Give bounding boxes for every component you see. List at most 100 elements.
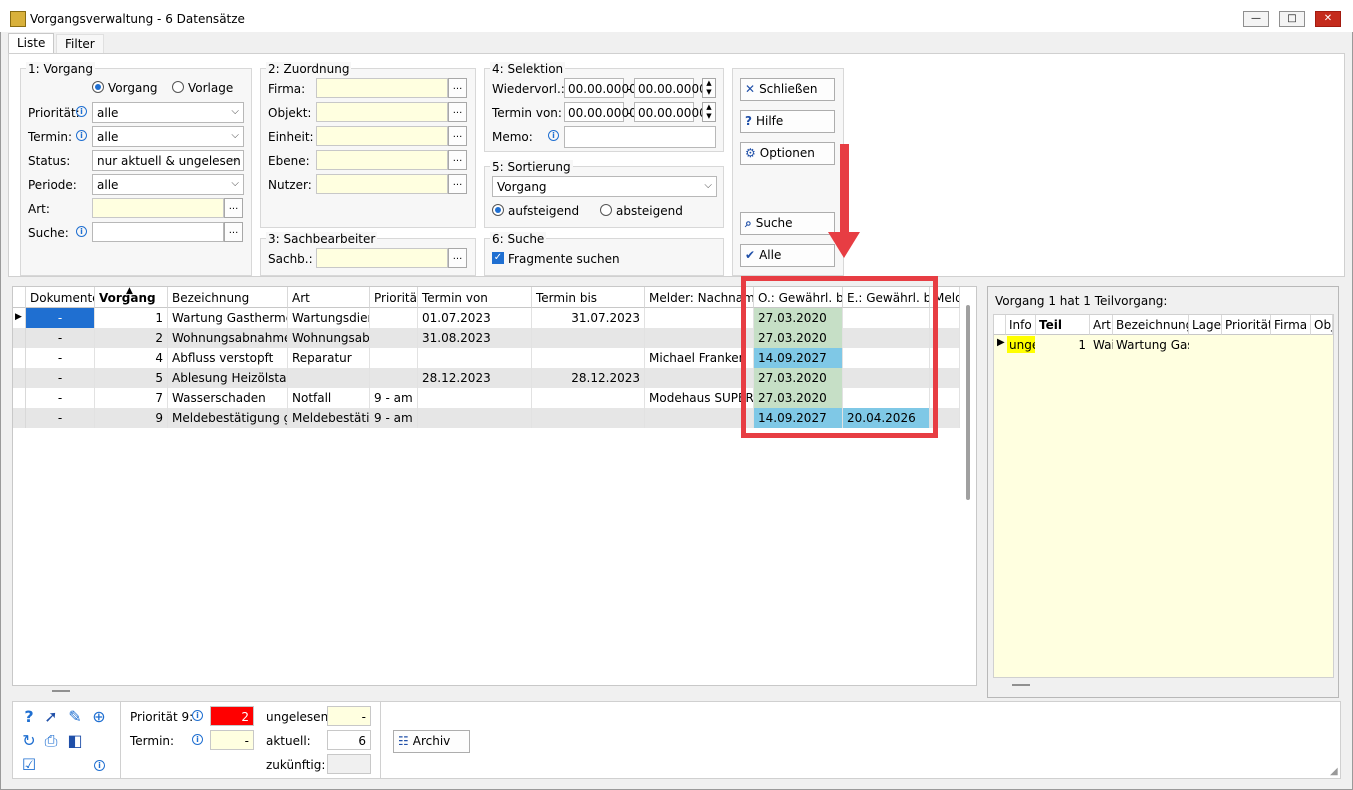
cell-prioritaet[interactable] <box>370 308 418 328</box>
col-prioritaet[interactable]: Priorität <box>370 287 418 308</box>
cell-melder[interactable] <box>645 308 754 328</box>
cell-melder[interactable] <box>645 368 754 388</box>
office-icon[interactable]: ◧ <box>66 732 84 750</box>
cell-termin-von[interactable] <box>418 388 532 408</box>
side-col-teil[interactable]: Teil <box>1036 315 1090 335</box>
cell-vorgang[interactable]: 1 <box>95 308 168 328</box>
col-bezeichnung[interactable]: Bezeichnung <box>168 287 288 308</box>
cell-termin-bis[interactable] <box>532 348 645 368</box>
firma-browse-button[interactable]: ... <box>448 78 467 98</box>
nutzer-input[interactable] <box>316 174 448 194</box>
cell-prioritaet[interactable] <box>370 328 418 348</box>
close-icon[interactable]: ✕ <box>1315 11 1341 27</box>
refresh-icon[interactable]: ↻ <box>20 732 38 750</box>
cell-bezeichnung[interactable]: Wohnungsabnahme b <box>168 328 288 348</box>
side-resize-grip[interactable] <box>1012 684 1030 686</box>
cell-prioritaet[interactable]: 9 - am h <box>370 388 418 408</box>
cell-vorgang[interactable]: 5 <box>95 368 168 388</box>
archiv-button[interactable]: ☷ Archiv <box>393 730 470 753</box>
sachb-input[interactable] <box>316 248 448 268</box>
cell-termin-bis[interactable] <box>532 408 645 428</box>
cell-art[interactable]: Meldebestätigu <box>288 408 370 428</box>
sachb-browse-button[interactable]: ... <box>448 248 467 268</box>
nutzer-browse-button[interactable]: ... <box>448 174 467 194</box>
cell-dokumente[interactable]: - <box>26 308 95 328</box>
cell-termin-bis[interactable]: 28.12.2023 <box>532 368 645 388</box>
ebene-input[interactable] <box>316 150 448 170</box>
side-col-obj[interactable]: Obj <box>1311 315 1333 335</box>
info-icon[interactable]: i <box>192 734 203 745</box>
info-icon[interactable]: i <box>76 226 87 237</box>
termin-select[interactable]: alle ⌵ <box>92 126 244 147</box>
termin-bis-input[interactable]: 00.00.0000 <box>634 102 707 122</box>
cell-art[interactable]: Wartungsdiens <box>288 308 370 328</box>
side-col-info[interactable]: Info <box>1006 315 1036 335</box>
cell-termin-bis[interactable] <box>532 388 645 408</box>
cell-prioritaet[interactable]: 9 - am h <box>370 408 418 428</box>
einheit-input[interactable] <box>316 126 448 146</box>
cell-melder[interactable]: Modehaus SUPER, <box>645 388 754 408</box>
cell-dokumente[interactable]: - <box>26 328 95 348</box>
add-icon[interactable]: ⊕ <box>90 708 108 726</box>
periode-select[interactable]: alle ⌵ <box>92 174 244 195</box>
teilvorgang-table[interactable] <box>993 314 1334 678</box>
row-header[interactable] <box>13 348 26 368</box>
cell-dokumente[interactable]: - <box>26 388 95 408</box>
col-dokumente[interactable]: Dokumente <box>26 287 95 308</box>
cell-art[interactable]: Wohnungsabn <box>288 328 370 348</box>
cell-melder[interactable]: Michael Franken <box>645 348 754 368</box>
cell-melder[interactable] <box>645 328 754 348</box>
print-icon[interactable]: ⎙ <box>42 732 60 750</box>
cell-dokumente[interactable]: - <box>26 408 95 428</box>
row-header[interactable] <box>13 368 26 388</box>
suche-input[interactable] <box>92 222 224 242</box>
col-termin-bis[interactable]: Termin bis <box>532 287 645 308</box>
art-input[interactable] <box>92 198 224 218</box>
cell-dokumente[interactable]: - <box>26 348 95 368</box>
cell-vorgang[interactable]: 7 <box>95 388 168 408</box>
cell-dokumente[interactable]: - <box>26 368 95 388</box>
cell-melder[interactable] <box>645 408 754 428</box>
cell-art[interactable]: Reparatur <box>288 348 370 368</box>
pencil-icon[interactable]: ✎ <box>66 708 84 726</box>
ebene-browse-button[interactable]: ... <box>448 150 467 170</box>
objekt-input[interactable] <box>316 102 448 122</box>
wiedervorl-from-input[interactable]: 00.00.0000 <box>564 78 637 98</box>
suche-browse-button[interactable]: ... <box>224 222 243 242</box>
alle-button[interactable]: ✔ Alle <box>740 244 835 267</box>
cell-vorgang[interactable]: 9 <box>95 408 168 428</box>
info-icon[interactable]: i <box>94 760 105 771</box>
help-icon[interactable]: ? <box>20 708 38 726</box>
cell-bezeichnung[interactable]: Ablesung Heizölstand <box>168 368 288 388</box>
schliessen-button[interactable]: ✕ Schließen <box>740 78 835 101</box>
suche-button[interactable]: ⌕ Suche <box>740 212 835 235</box>
side-col-firma[interactable]: Firma <box>1271 315 1311 335</box>
radio-vorlage[interactable] <box>172 81 184 93</box>
col-art[interactable]: Art <box>288 287 370 308</box>
cell-bezeichnung[interactable]: Abfluss verstopft <box>168 348 288 368</box>
maximize-icon[interactable]: □ <box>1279 11 1305 27</box>
cell-termin-von[interactable]: 28.12.2023 <box>418 368 532 388</box>
minimize-icon[interactable]: — <box>1243 11 1269 27</box>
row-header[interactable] <box>13 408 26 428</box>
firma-input[interactable] <box>316 78 448 98</box>
side-col-art[interactable]: Art <box>1090 315 1113 335</box>
prioritaet-select[interactable]: alle ⌵ <box>92 102 244 123</box>
cell-prioritaet[interactable] <box>370 348 418 368</box>
spin-button[interactable]: ▲ ▼ <box>702 78 716 98</box>
sortierung-select[interactable]: Vorgang ⌵ <box>492 176 717 197</box>
objekt-browse-button[interactable]: ... <box>448 102 467 122</box>
status-select[interactable]: nur aktuell & ungelesen ⌵ <box>92 150 244 171</box>
cell-prioritaet[interactable] <box>370 368 418 388</box>
cell-termin-von[interactable] <box>418 408 532 428</box>
cell-termin-von[interactable] <box>418 348 532 368</box>
cell-art[interactable]: Notfall <box>288 388 370 408</box>
wiedervorl-to-input[interactable]: 00.00.0000 <box>634 78 707 98</box>
side-col-bezeichnung[interactable]: Bezeichnung <box>1113 315 1189 335</box>
cell-termin-von[interactable]: 31.08.2023 <box>418 328 532 348</box>
cell-bezeichnung[interactable]: Wasserschaden <box>168 388 288 408</box>
art-browse-button[interactable]: ... <box>224 198 243 218</box>
side-col-prioritaet[interactable]: Priorität <box>1222 315 1271 335</box>
cell-vorgang[interactable]: 2 <box>95 328 168 348</box>
tab-filter[interactable]: Filter <box>56 34 104 54</box>
